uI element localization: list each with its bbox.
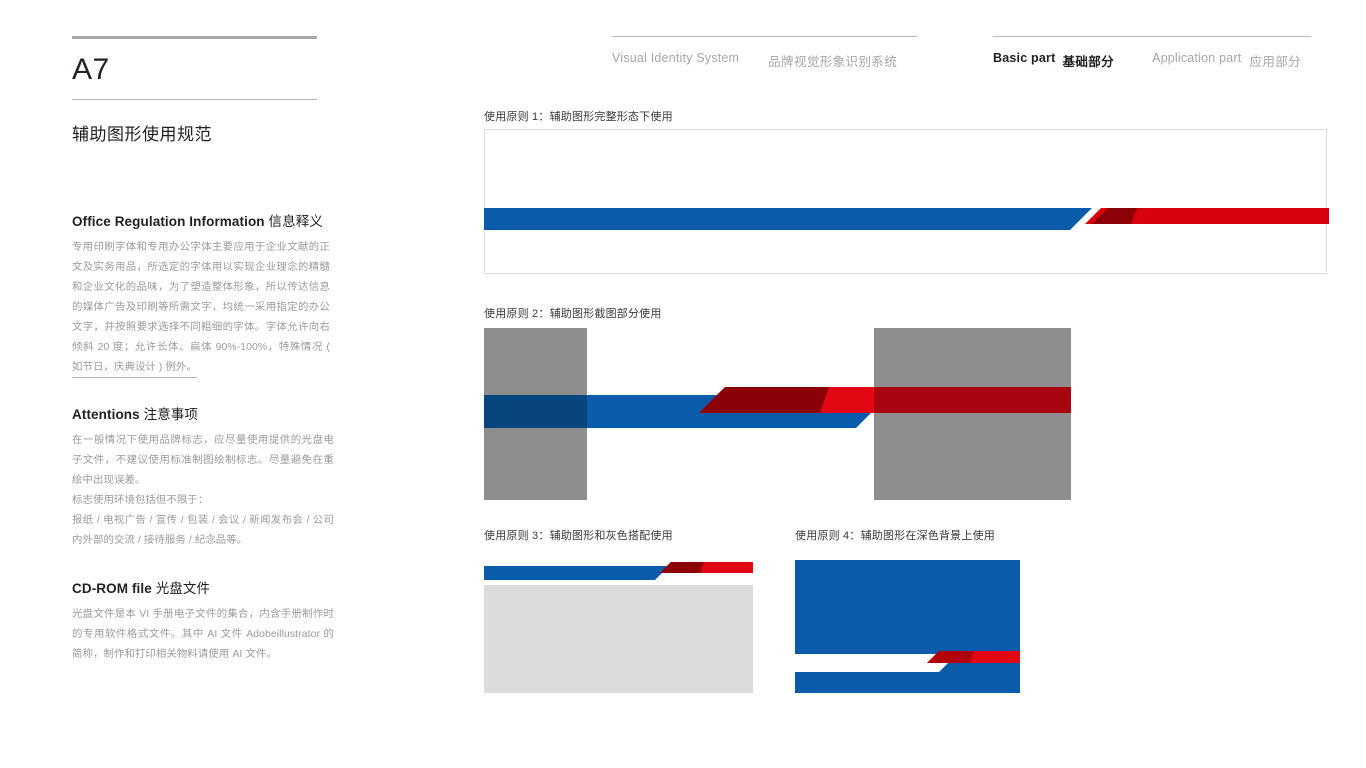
panel-label-rule-2: 使用原则 2：辅助图形截图部分使用 (484, 308, 662, 320)
nav-right-rule (993, 36, 1311, 37)
graphic-overlap-dark-red (660, 562, 704, 573)
nav-spacer-2 (1114, 51, 1152, 70)
block-cdrom-paragraph: 光盘文件是本 VI 手册电子文件的集合，内含手册制作时的专用软件格式文件。其中 … (72, 609, 334, 660)
block-attentions-heading-en: Attentions (72, 407, 140, 422)
page-title: 辅助图形使用规范 (72, 125, 212, 144)
block-cdrom-heading-en: CD-ROM file (72, 581, 152, 596)
top-rule (72, 36, 317, 39)
nav-right-items: Basic part 基础部分 Application part 应用部分 (993, 51, 1311, 70)
header-divider (72, 99, 317, 100)
block-office-heading: Office Regulation Information 信息释义 (72, 210, 330, 230)
attentions-paragraph-2: 标志使用环境包括但不限于： (72, 494, 209, 506)
block-cdrom-heading-cn: 光盘文件 (155, 581, 211, 596)
block-office-heading-cn: 信息释义 (268, 214, 323, 229)
attentions-paragraph-3: 报纸 / 电视广告 / 宣传 / 包装 / 会议 / 新闻发布会 / 公司内外部… (72, 514, 334, 546)
nav-left-spacer (739, 51, 768, 70)
tab-basic-part-en[interactable]: Basic part (993, 51, 1055, 70)
attentions-paragraph-1: 在一般情况下使用品牌标志，应尽量使用提供的光盘电子文件，不建议使用标准制图绘制标… (72, 435, 334, 486)
vi-manual-page: A7 辅助图形使用规范 Office Regulation Informatio… (0, 0, 1366, 768)
nav-left-rule (612, 36, 917, 37)
block-office-body: 专用印刷字体和专用办公字体主要应用于企业文献的正文及实务用品，所选定的字体用以实… (72, 238, 330, 378)
panel-rule-2-cropped-graphic (484, 328, 1071, 500)
graphic-blue-bar (484, 208, 1092, 230)
tab-application-part-cn[interactable]: 应用部分 (1249, 51, 1301, 70)
gray-column-right (874, 328, 1071, 500)
nav-group-parts: Basic part 基础部分 Application part 应用部分 (993, 36, 1311, 70)
panel-label-rule-1: 使用原则 1：辅助图形完整形态下使用 (484, 111, 673, 123)
left-header: A7 辅助图形使用规范 (72, 36, 330, 145)
tab-application-part-en[interactable]: Application part (1152, 51, 1241, 70)
nav-item-vis-cn: 品牌视觉形象识别系统 (768, 55, 898, 69)
nav-item-vis-en: Visual Identity System (612, 51, 740, 65)
graphic-white-bar (795, 654, 957, 672)
block-attentions-body: 在一般情况下使用品牌标志，应尽量使用提供的光盘电子文件，不建议使用标准制图绘制标… (72, 431, 334, 551)
block-office-heading-en: Office Regulation Information (72, 214, 265, 229)
panel-rule-4-graphic-on-dark (795, 560, 1020, 693)
panel-label-rule-4: 使用原则 4：辅助图形在深色背景上使用 (795, 530, 995, 542)
block-attentions-heading: Attentions 注意事项 (72, 403, 334, 423)
section-divider (72, 377, 197, 378)
nav-spacer-3 (1241, 51, 1249, 70)
nav-left-items: Visual Identity System 品牌视觉形象识别系统 (612, 51, 917, 70)
graphic-overlap-dark-red (927, 651, 974, 663)
nav-group-system: Visual Identity System 品牌视觉形象识别系统 (612, 36, 917, 70)
tab-basic-part-cn[interactable]: 基础部分 (1062, 51, 1114, 70)
page-code: A7 (72, 53, 110, 86)
block-office-regulation: Office Regulation Information 信息释义 专用印刷字… (72, 210, 330, 378)
block-office-paragraph: 专用印刷字体和专用办公字体主要应用于企业文献的正文及实务用品，所选定的字体用以实… (72, 242, 330, 373)
panel-rule-3-graphic-with-gray (484, 560, 753, 693)
block-cdrom-file: CD-ROM file 光盘文件 光盘文件是本 VI 手册电子文件的集合，内含手… (72, 577, 334, 665)
graphic-blue-bar (484, 566, 669, 580)
panel-label-rule-3: 使用原则 3：辅助图形和灰色搭配使用 (484, 530, 673, 542)
block-attentions: Attentions 注意事项 在一般情况下使用品牌标志，应尽量使用提供的光盘电… (72, 403, 334, 551)
block-cdrom-body: 光盘文件是本 VI 手册电子文件的集合，内含手册制作时的专用软件格式文件。其中 … (72, 605, 334, 665)
block-cdrom-heading: CD-ROM file 光盘文件 (72, 577, 334, 597)
block-attentions-heading-cn: 注意事项 (143, 407, 199, 422)
panel-rule-1-full-graphic (484, 129, 1329, 274)
light-gray-block (484, 585, 753, 693)
graphic-overlap-dark-red (699, 387, 829, 413)
